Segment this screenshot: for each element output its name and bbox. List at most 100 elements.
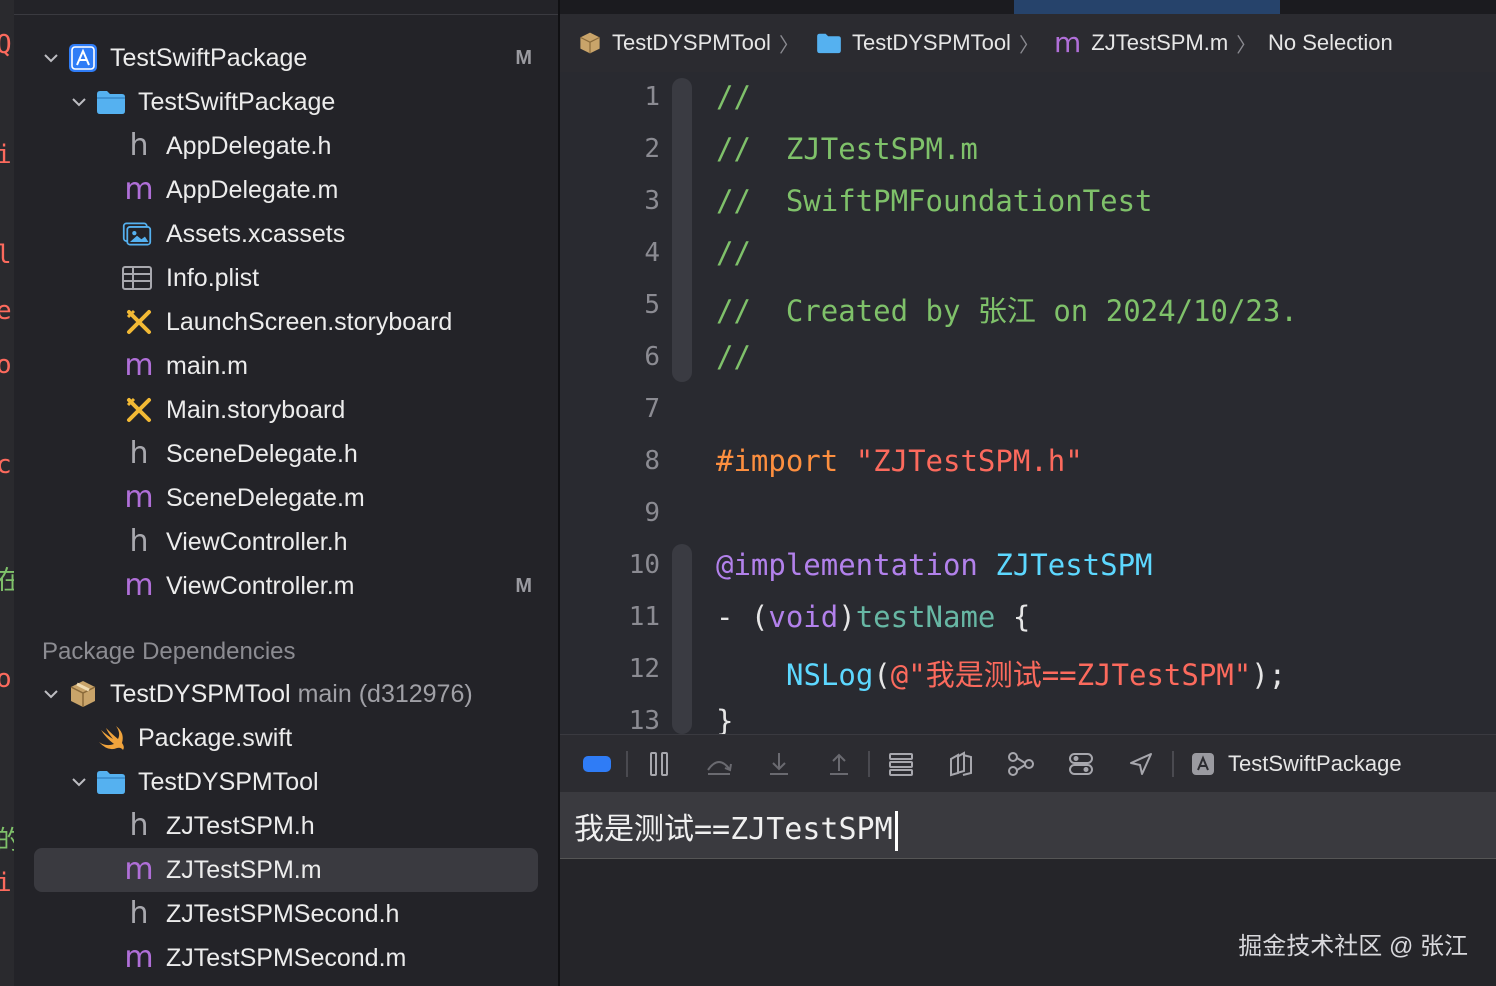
code-token: ) bbox=[838, 600, 856, 634]
file-row[interactable]: Package.swift bbox=[34, 716, 538, 760]
code-area[interactable]: 1 2 3 4 5 6 7 8 9 10 11 12 13 // // ZJTe… bbox=[560, 72, 1496, 734]
project-name: TestSwiftPackage bbox=[110, 43, 308, 72]
navigator-group-row[interactable]: TestDYSPMTool bbox=[34, 760, 538, 804]
step-out-icon[interactable] bbox=[824, 749, 854, 779]
navigator-project-row[interactable]: TestSwiftPackage M bbox=[34, 36, 538, 80]
code-token: @implementation bbox=[716, 548, 978, 582]
jump-bar-symbol[interactable]: No Selection bbox=[1268, 14, 1393, 72]
step-into-icon[interactable] bbox=[764, 749, 794, 779]
file-name: Info.plist bbox=[166, 263, 260, 292]
objc-file-icon: m bbox=[124, 568, 154, 603]
navigator-filter-bar bbox=[14, 0, 558, 15]
file-name: Package.swift bbox=[138, 723, 293, 752]
file-row[interactable]: h AppDelegate.h bbox=[34, 124, 538, 168]
chevron-down-icon[interactable] bbox=[42, 685, 60, 703]
objc-file-icon: m bbox=[124, 940, 154, 975]
file-row-selected[interactable]: m ZJTestSPM.m bbox=[34, 848, 538, 892]
debug-view-hierarchy-icon[interactable] bbox=[886, 749, 916, 779]
code-line: @implementation ZJTestSPM bbox=[716, 548, 1153, 582]
code-line: NSLog(@"我是测试==ZJTestSPM"); bbox=[786, 652, 1286, 694]
active-tab[interactable] bbox=[1014, 0, 1280, 14]
jump-bar-file[interactable]: m ZJTestSPM.m 〉 bbox=[1054, 14, 1256, 72]
code-line: // Created by 张江 on 2024/10/23. bbox=[716, 294, 1298, 328]
header-file-icon: h bbox=[129, 808, 149, 843]
package-name: TestDYSPMTool bbox=[110, 679, 291, 708]
line-number: 12 bbox=[628, 654, 660, 684]
console-empty-area[interactable] bbox=[560, 859, 1496, 986]
file-name: AppDelegate.h bbox=[166, 131, 332, 160]
simulate-location-icon[interactable] bbox=[1126, 749, 1156, 779]
objc-file-icon: m bbox=[124, 348, 154, 383]
header-file-icon: h bbox=[129, 128, 149, 163]
file-name: ZJTestSPMSecond.m bbox=[166, 943, 407, 972]
toolbar-divider bbox=[868, 751, 870, 777]
folder-icon bbox=[96, 767, 126, 797]
jump-bar-package[interactable]: TestDYSPMTool 〉 bbox=[578, 14, 799, 72]
file-name: ViewController.h bbox=[166, 527, 348, 556]
chevron-down-icon[interactable] bbox=[70, 93, 88, 111]
fold-ribbon[interactable] bbox=[672, 544, 692, 734]
file-row[interactable]: h ViewController.h bbox=[34, 520, 538, 564]
step-over-icon[interactable] bbox=[704, 749, 734, 779]
group-name: TestSwiftPackage bbox=[138, 87, 336, 116]
file-name: Assets.xcassets bbox=[166, 219, 346, 248]
toolbar-divider bbox=[1172, 751, 1174, 777]
file-row[interactable]: h ZJTestSPMSecond.h bbox=[34, 892, 538, 936]
objc-file-icon: m bbox=[124, 480, 154, 515]
code-token: NSLog bbox=[786, 658, 874, 692]
chevron-down-icon[interactable] bbox=[42, 49, 60, 67]
code-token: ( bbox=[873, 658, 891, 692]
file-row[interactable]: m AppDelegate.m bbox=[34, 168, 538, 212]
chevron-down-icon[interactable] bbox=[70, 773, 88, 791]
file-row[interactable]: m ZJTestSPMSecond.m bbox=[34, 936, 538, 980]
fold-ribbon[interactable] bbox=[672, 78, 692, 382]
file-row[interactable]: Assets.xcassets bbox=[34, 212, 538, 256]
file-row[interactable]: Main.storyboard bbox=[34, 388, 538, 432]
group-name: TestDYSPMTool bbox=[138, 767, 319, 796]
objc-file-icon: m bbox=[124, 172, 154, 207]
line-number: 11 bbox=[628, 602, 660, 632]
file-row[interactable]: m SceneDelegate.m bbox=[34, 476, 538, 520]
file-row[interactable]: LaunchScreen.storyboard bbox=[34, 300, 538, 344]
line-number: 2 bbox=[644, 134, 660, 164]
code-token: ); bbox=[1251, 658, 1287, 692]
code-token: testName bbox=[855, 600, 996, 634]
storyboard-icon bbox=[124, 307, 154, 337]
navigator-group-row[interactable]: TestSwiftPackage bbox=[34, 80, 538, 124]
file-name: ViewController.m bbox=[166, 571, 355, 600]
package-icon bbox=[68, 679, 98, 709]
header-file-icon: h bbox=[129, 436, 149, 471]
navigator-package-row[interactable]: TestDYSPMTool main (d312976) bbox=[34, 672, 538, 716]
code-line: // bbox=[716, 236, 751, 270]
pause-icon[interactable] bbox=[644, 749, 674, 779]
line-number: 1 bbox=[644, 82, 660, 112]
watermark: 掘金技术社区 @ 张江 bbox=[1238, 933, 1468, 960]
line-number: 5 bbox=[644, 290, 660, 320]
file-row[interactable]: m ViewController.m M bbox=[34, 564, 538, 608]
code-line: // SwiftPMFoundationTest bbox=[716, 184, 1153, 218]
view-layers-icon[interactable] bbox=[946, 749, 976, 779]
memory-graph-icon[interactable] bbox=[1006, 749, 1036, 779]
toggle-console-icon[interactable] bbox=[582, 749, 612, 779]
adjacent-window-edge: Q i l e o c 在 o 的 i bbox=[0, 0, 14, 986]
swift-icon bbox=[96, 723, 126, 753]
jump-bar-folder[interactable]: TestDYSPMTool 〉 bbox=[816, 14, 1039, 72]
file-row[interactable]: Info.plist bbox=[34, 256, 538, 300]
file-row[interactable]: m main.m bbox=[34, 344, 538, 388]
code-token: void bbox=[768, 600, 839, 634]
file-row[interactable]: h ZJTestSPM.h bbox=[34, 804, 538, 848]
file-row[interactable]: h SceneDelegate.h bbox=[34, 432, 538, 476]
code-line: #import "ZJTestSPM.h" bbox=[716, 444, 1083, 478]
file-name: main.m bbox=[166, 351, 248, 380]
process-scheme-label[interactable]: TestSwiftPackage bbox=[1228, 751, 1402, 777]
code-line: } bbox=[716, 704, 734, 734]
console-output[interactable]: 我是测试==ZJTestSPM bbox=[560, 792, 1496, 859]
environment-overrides-icon[interactable] bbox=[1066, 749, 1096, 779]
text-caret bbox=[894, 810, 898, 851]
jump-bar-label: TestDYSPMTool bbox=[612, 30, 771, 55]
debug-bar: TestSwiftPackage bbox=[560, 734, 1496, 794]
modified-badge: M bbox=[515, 574, 532, 597]
code-line: // ZJTestSPM.m bbox=[716, 132, 978, 166]
package-icon bbox=[578, 31, 602, 55]
package-version: main (d312976) bbox=[297, 679, 473, 708]
